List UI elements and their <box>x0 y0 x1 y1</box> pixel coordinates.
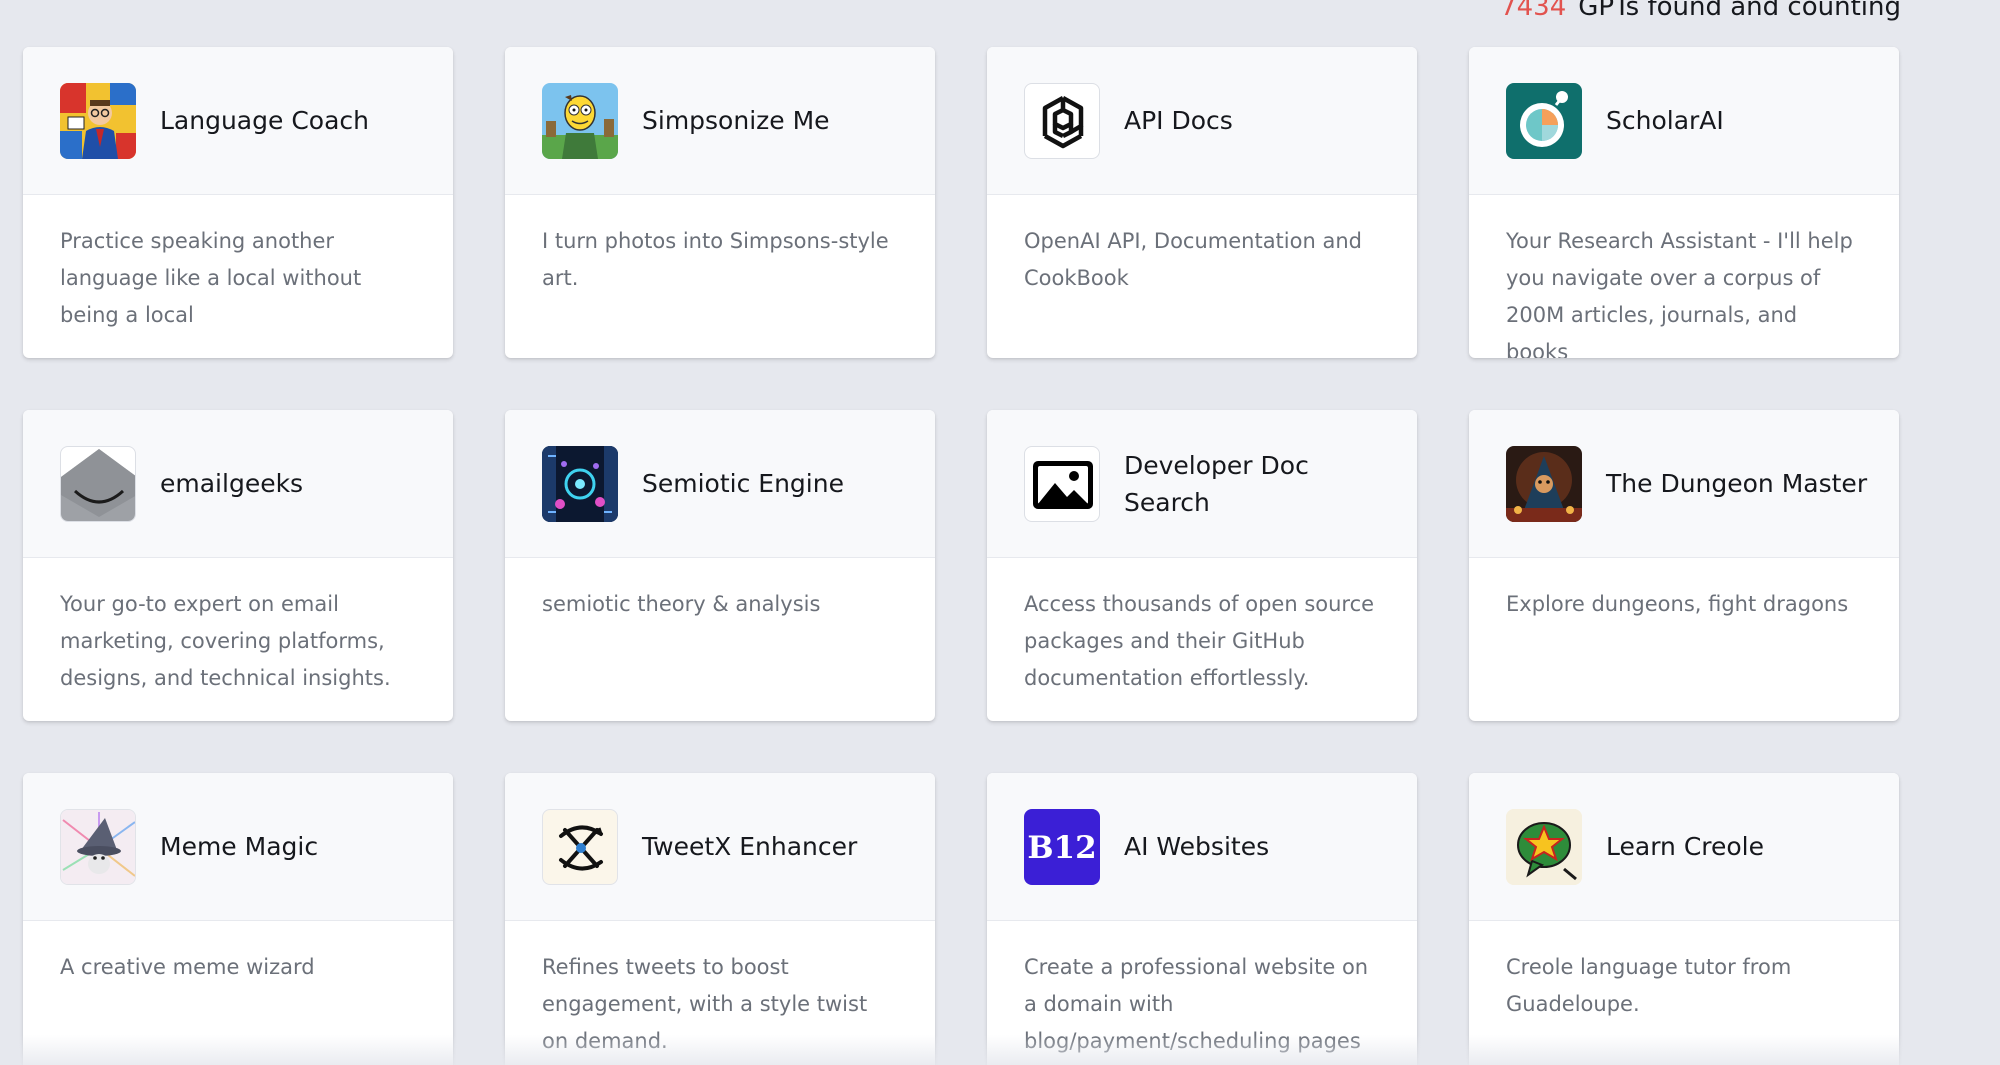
card-title: Simpsonize Me <box>642 106 830 135</box>
card-title: ScholarAI <box>1606 106 1724 135</box>
envelope-icon <box>60 445 136 522</box>
gpt-card-language-coach[interactable]: Language Coach Practice speaking another… <box>23 47 453 358</box>
card-description: Your go-to expert on email marketing, co… <box>60 592 391 690</box>
simpsonize-icon <box>542 82 618 159</box>
card-title: Developer Doc Search <box>1124 450 1309 517</box>
card-header: Semiotic Engine <box>505 410 935 558</box>
card-header: Language Coach <box>23 47 453 195</box>
gpt-count-line: 7434 GPTs found and counting <box>1500 0 1901 23</box>
b12-logo-icon: B12 <box>1024 808 1100 885</box>
card-header: Simpsonize Me <box>505 47 935 195</box>
b12-logo-text: B12 <box>1027 830 1096 866</box>
openai-logo-icon <box>1024 82 1100 159</box>
language-coach-icon <box>60 82 136 159</box>
card-title: Learn Creole <box>1606 832 1765 861</box>
card-header: The Dungeon Master <box>1469 410 1899 558</box>
image-placeholder-icon <box>1024 445 1100 522</box>
card-title: Language Coach <box>160 106 369 135</box>
gpt-card-the-dungeon-master[interactable]: The Dungeon Master Explore dungeons, fig… <box>1469 410 1899 721</box>
card-description: OpenAI API, Documentation and CookBook <box>1024 229 1362 290</box>
gpt-count-label: GPTs found and counting <box>1578 0 1901 22</box>
gpt-card-simpsonize-me[interactable]: Simpsonize Me I turn photos into Simpson… <box>505 47 935 358</box>
tweetx-icon <box>542 808 618 885</box>
dungeon-master-icon <box>1506 445 1582 522</box>
card-description: Practice speaking another language like … <box>60 229 362 327</box>
gpt-count: 7434 <box>1500 0 1567 22</box>
card-description: Explore dungeons, fight dragons <box>1506 592 1849 616</box>
card-title: Semiotic Engine <box>642 469 844 498</box>
card-title: API Docs <box>1124 106 1233 135</box>
card-title: The Dungeon Master <box>1606 469 1868 498</box>
gpt-card-ai-websites[interactable]: B12 AI Websites Create a professional we… <box>987 773 1417 1065</box>
card-header: B12 AI Websites <box>987 773 1417 921</box>
gpt-card-scholarai[interactable]: ScholarAI Your Research Assistant - I'll… <box>1469 47 1899 358</box>
gpt-card-emailgeeks[interactable]: emailgeeks Your go-to expert on email ma… <box>23 410 453 721</box>
meme-wizard-icon <box>60 808 136 885</box>
card-header: Meme Magic <box>23 773 453 921</box>
card-header: ScholarAI <box>1469 47 1899 195</box>
card-description: semiotic theory & analysis <box>542 592 821 616</box>
card-header: emailgeeks <box>23 410 453 558</box>
gpt-card-learn-creole[interactable]: Learn Creole Creole language tutor from … <box>1469 773 1899 1065</box>
card-description: I turn photos into Simpsons-style art. <box>542 229 889 290</box>
card-header: Learn Creole <box>1469 773 1899 921</box>
gpt-card-grid: Language Coach Practice speaking another… <box>23 47 1899 1065</box>
card-description: Refines tweets to boost engagement, with… <box>542 955 868 1053</box>
card-title: AI Websites <box>1124 832 1270 861</box>
card-description: Create a professional website on a domai… <box>1024 955 1369 1053</box>
card-description: A creative meme wizard <box>60 955 315 979</box>
card-title: TweetX Enhancer <box>642 832 858 861</box>
card-header: API Docs <box>987 47 1417 195</box>
card-description: Your Research Assistant - I'll help you … <box>1506 229 1853 358</box>
semiotic-engine-icon <box>542 445 618 522</box>
scholarai-icon <box>1506 82 1582 159</box>
card-description: Creole language tutor from Guadeloupe. <box>1506 955 1792 1016</box>
gpt-card-api-docs[interactable]: API Docs OpenAI API, Documentation and C… <box>987 47 1417 358</box>
card-description: Access thousands of open source packages… <box>1024 592 1375 690</box>
gpt-card-developer-doc-search[interactable]: Developer Doc Search Access thousands of… <box>987 410 1417 721</box>
card-header: TweetX Enhancer <box>505 773 935 921</box>
card-title: emailgeeks <box>160 469 304 498</box>
card-header: Developer Doc Search <box>987 410 1417 558</box>
card-title: Meme Magic <box>160 832 319 861</box>
gpt-card-tweetx-enhancer[interactable]: TweetX Enhancer Refines tweets to boost … <box>505 773 935 1065</box>
gpt-card-meme-magic[interactable]: Meme Magic A creative meme wizard <box>23 773 453 1065</box>
gpt-card-semiotic-engine[interactable]: Semiotic Engine semiotic theory & analys… <box>505 410 935 721</box>
gpt-directory-page: 7434 GPTs found and counting Language Co… <box>0 0 2000 1065</box>
creole-star-icon <box>1506 808 1582 885</box>
